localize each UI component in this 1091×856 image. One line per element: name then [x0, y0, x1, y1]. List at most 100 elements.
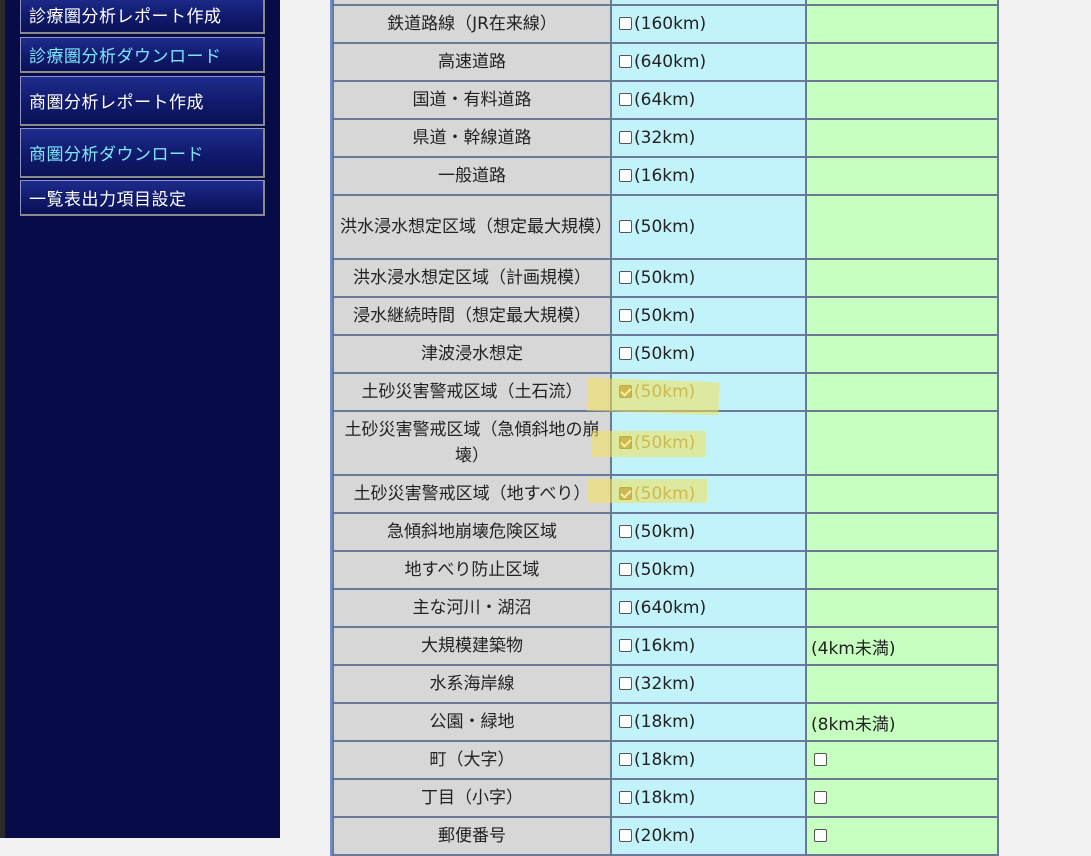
row-label: 鉄道路線（JR在来線）: [332, 4, 612, 44]
row-distance-cell: (640km): [610, 42, 807, 82]
row-label: 水系海岸線: [332, 664, 612, 704]
table-row: 主な河川・湖沼 (640km): [332, 588, 999, 628]
row-extra-cell: [805, 42, 999, 82]
table-row: 土砂災害警戒区域（地すべり） (50km): [332, 474, 999, 514]
row-checkbox[interactable]: [619, 219, 632, 233]
row-checkbox[interactable]: [619, 54, 632, 68]
row-checkbox[interactable]: [619, 486, 632, 500]
sidebar-item-clinic-report[interactable]: 診療圏分析レポート作成: [20, 0, 265, 34]
table-row: 浸水継続時間（想定最大規模） (50km): [332, 296, 999, 336]
row-distance-value: (50km): [634, 306, 696, 326]
row-distance-cell: (18km): [610, 740, 807, 780]
sidebar-item-trade-download[interactable]: 商圏分析ダウンロード: [20, 128, 265, 178]
row-checkbox[interactable]: [619, 308, 632, 322]
table-row: 公園・緑地 (18km) (8km未満): [332, 702, 999, 742]
row-distance-cell: (50km): [610, 512, 807, 552]
sidebar-item-trade-report[interactable]: 商圏分析レポート作成: [20, 76, 265, 126]
row-distance-value: (50km): [634, 522, 696, 542]
row-extra-cell: (8km未満): [805, 702, 999, 742]
row-distance-value: (640km): [634, 52, 707, 72]
row-label: 郵便番号: [332, 816, 612, 856]
row-label: 洪水浸水想定区域（想定最大規模）: [332, 194, 612, 260]
row-distance-value: (20km): [634, 826, 696, 846]
row-extra-cell: [805, 372, 999, 412]
row-checkbox[interactable]: [619, 790, 632, 804]
row-checkbox[interactable]: [619, 524, 632, 538]
row-checkbox[interactable]: [619, 270, 632, 284]
row-distance-cell: (50km): [610, 334, 807, 374]
row-distance-value: (64km): [634, 90, 696, 110]
row-checkbox[interactable]: [619, 16, 632, 30]
row-extra-cell: [805, 156, 999, 196]
table-row: 町（大字） (18km): [332, 740, 999, 780]
row-label: 大規模建築物: [332, 626, 612, 666]
table-row: 洪水浸水想定区域（想定最大規模） (50km): [332, 194, 999, 260]
row-distance-cell: (50km): [610, 550, 807, 590]
row-label: 丁目（小字）: [332, 778, 612, 818]
table-row: 高速道路 (640km): [332, 42, 999, 82]
layer-settings-table: 鉄道駅(16km)鉄道路線（JR在来線）(160km)高速道路(640km)国道…: [330, 0, 999, 856]
left-sidebar: 診療圏分析レポート作成 診療圏分析ダウンロード 商圏分析レポート作成 商圏分析ダ…: [0, 0, 280, 838]
row-extra-cell: [805, 778, 999, 818]
row-distance-cell: (18km): [610, 778, 807, 818]
row-checkbox[interactable]: [619, 384, 632, 398]
table-row: 丁目（小字） (18km): [332, 778, 999, 818]
row-checkbox[interactable]: [619, 828, 632, 842]
row-checkbox[interactable]: [619, 435, 632, 449]
row-label: 国道・有料道路: [332, 80, 612, 120]
row-checkbox[interactable]: [619, 92, 632, 106]
row-distance-cell: (32km): [610, 664, 807, 704]
row-distance-value: (16km): [634, 166, 696, 186]
row-checkbox[interactable]: [619, 346, 632, 360]
row-distance-cell: (50km): [610, 474, 807, 514]
row-distance-value: (16km): [634, 636, 696, 656]
row-distance-cell: (16km): [610, 156, 807, 196]
row-extra-cell: [805, 334, 999, 374]
row-extra-cell: [805, 4, 999, 44]
row-extra-cell: [805, 258, 999, 298]
row-label: 津波浸水想定: [332, 334, 612, 374]
row-extra-cell: [805, 410, 999, 476]
row-distance-value: (18km): [634, 712, 696, 732]
row-extra-cell: (4km未満): [805, 626, 999, 666]
table-row: 急傾斜地崩壊危険区域 (50km): [332, 512, 999, 552]
row-checkbox[interactable]: [619, 714, 632, 728]
row-distance-cell: (64km): [610, 80, 807, 120]
row-checkbox[interactable]: [619, 752, 632, 766]
row-checkbox[interactable]: [619, 562, 632, 576]
row-label: 土砂災害警戒区域（急傾斜地の崩壊）: [332, 410, 612, 476]
row-extra-cell: [805, 550, 999, 590]
row-distance-cell: (640km): [610, 588, 807, 628]
row-checkbox[interactable]: [619, 676, 632, 690]
row-label: 主な河川・湖沼: [332, 588, 612, 628]
row-label: 浸水継続時間（想定最大規模）: [332, 296, 612, 336]
row-extra-cell: [805, 80, 999, 120]
table-row: 国道・有料道路 (64km): [332, 80, 999, 120]
table-row: 一般道路 (16km): [332, 156, 999, 196]
row-extra-cell: [805, 816, 999, 856]
row-distance-cell: (50km): [610, 194, 807, 260]
row-checkbox[interactable]: [619, 638, 632, 652]
row-label: 洪水浸水想定区域（計画規模）: [332, 258, 612, 298]
row-distance-value: (18km): [634, 750, 696, 770]
row-distance-value: (50km): [634, 433, 696, 453]
row-distance-value: (160km): [634, 14, 707, 34]
sidebar-item-clinic-download[interactable]: 診療圏分析ダウンロード: [20, 37, 265, 73]
row-distance-value: (50km): [634, 484, 696, 504]
row-label: 県道・幹線道路: [332, 118, 612, 158]
row-distance-cell: (18km): [610, 702, 807, 742]
row-checkbox[interactable]: [619, 168, 632, 182]
row-distance-value: (50km): [634, 268, 696, 288]
row-extra-checkbox[interactable]: [814, 752, 827, 766]
table-row: 津波浸水想定 (50km): [332, 334, 999, 374]
row-distance-value: (50km): [634, 344, 696, 364]
row-label: 急傾斜地崩壊危険区域: [332, 512, 612, 552]
row-distance-cell: (20km): [610, 816, 807, 856]
row-checkbox[interactable]: [619, 600, 632, 614]
row-checkbox[interactable]: [619, 130, 632, 144]
table-row: 地すべり防止区域 (50km): [332, 550, 999, 590]
row-extra-checkbox[interactable]: [814, 828, 827, 842]
row-extra-checkbox[interactable]: [814, 790, 827, 804]
row-label: 町（大字）: [332, 740, 612, 780]
sidebar-item-list-settings[interactable]: 一覧表出力項目設定: [20, 180, 265, 216]
